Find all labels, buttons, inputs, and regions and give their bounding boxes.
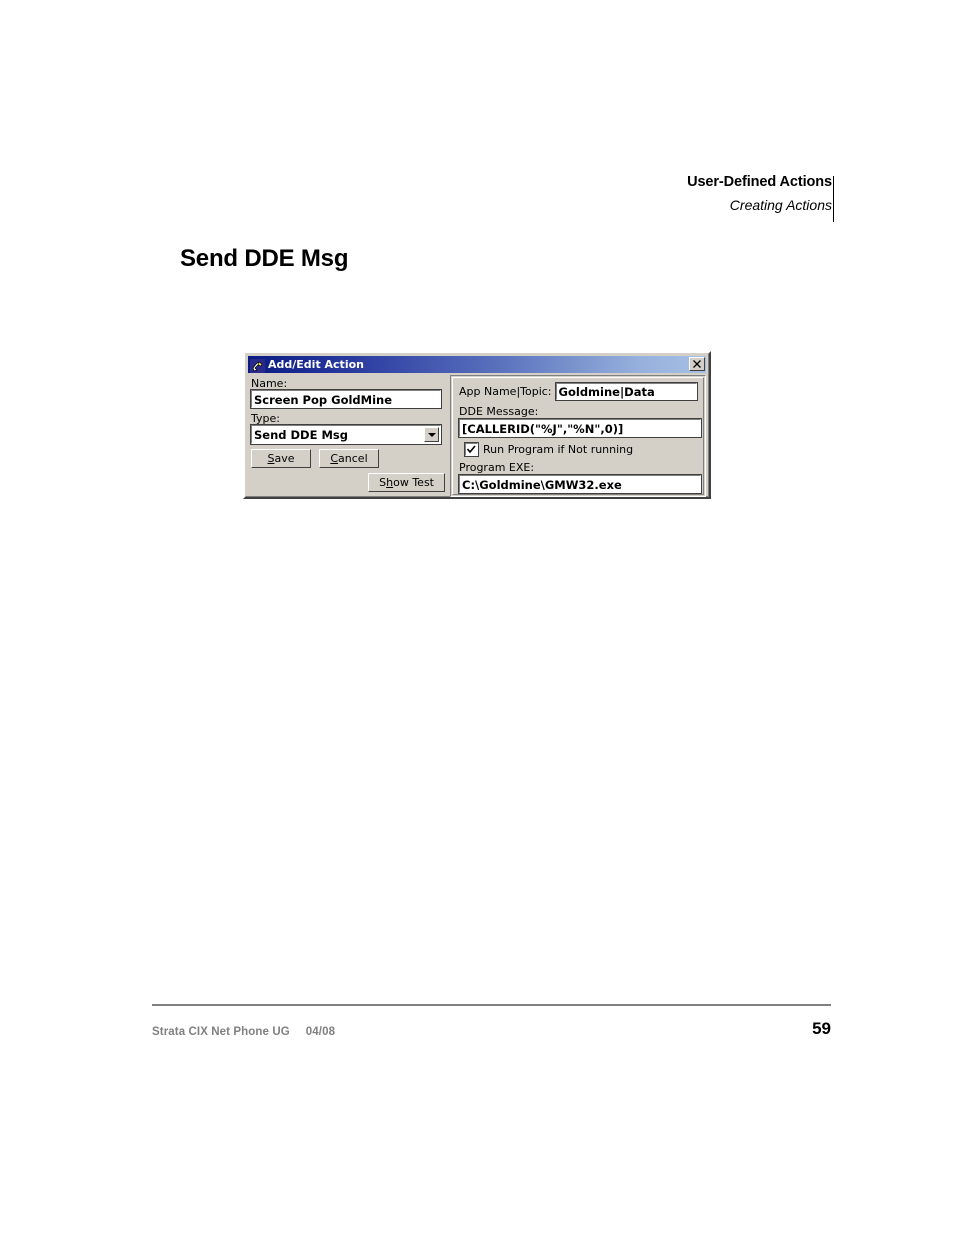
- phone-handset-icon: [250, 358, 265, 373]
- cancel-button-accesskey: C: [330, 452, 339, 465]
- close-icon[interactable]: [689, 357, 705, 371]
- page-title: Send DDE Msg: [180, 245, 349, 272]
- cancel-button[interactable]: Cancel: [319, 449, 379, 468]
- name-input[interactable]: Screen Pop GoldMine: [250, 389, 442, 409]
- add-edit-action-dialog: Add/Edit Action Name: Screen Pop GoldMin…: [243, 351, 711, 499]
- program-exe-label: Program EXE:: [459, 461, 535, 474]
- save-button-accesskey: S: [267, 452, 275, 465]
- checkmark-icon: [467, 445, 476, 454]
- show-test-row: Sh ow Test: [251, 473, 445, 492]
- dde-settings-group: App Name|Topic: Goldmine|Data DDE Messag…: [450, 375, 706, 497]
- type-label: Type:: [251, 412, 280, 425]
- page-number: 59: [812, 1019, 831, 1038]
- dde-message-label: DDE Message:: [459, 405, 539, 418]
- cancel-button-label: ancel: [338, 452, 368, 465]
- dialog-inner-frame: Add/Edit Action Name: Screen Pop GoldMin…: [245, 353, 709, 497]
- footer-divider: [152, 1004, 831, 1006]
- show-test-label-post: ow Test: [393, 476, 434, 489]
- dialog-title: Add/Edit Action: [268, 358, 364, 371]
- dde-settings-group-inner: App Name|Topic: Goldmine|Data DDE Messag…: [452, 377, 704, 495]
- dialog-body: Name: Screen Pop GoldMine Type: Send DDE…: [248, 373, 706, 497]
- running-head: User-Defined Actions Creating Actions: [0, 172, 844, 215]
- save-button-label: ave: [274, 452, 295, 465]
- show-test-label-pre: S: [379, 476, 387, 489]
- run-program-label: Run Program if Not running: [483, 443, 634, 456]
- type-select[interactable]: Send DDE Msg: [250, 424, 442, 445]
- type-select-value: Send DDE Msg: [254, 427, 348, 442]
- dialog-titlebar[interactable]: Add/Edit Action: [248, 356, 706, 373]
- program-exe-input[interactable]: C:\Goldmine\GMW32.exe: [458, 474, 702, 494]
- dde-message-input[interactable]: [CALLERID("%J","%N",0)]: [458, 418, 702, 438]
- show-test-button[interactable]: Sh ow Test: [368, 473, 445, 492]
- running-head-subtitle: Creating Actions: [729, 197, 832, 213]
- running-head-divider: [833, 176, 834, 222]
- dialog-left-pane: Name: Screen Pop GoldMine Type: Send DDE…: [250, 377, 445, 492]
- app-topic-field: App Name|Topic: Goldmine|Data: [459, 382, 699, 401]
- name-label: Name:: [251, 377, 288, 390]
- dialog-button-row: Save Cancel: [251, 449, 445, 468]
- show-test-accesskey: h: [386, 476, 394, 489]
- run-program-checkbox[interactable]: [464, 442, 479, 457]
- app-topic-input[interactable]: Goldmine|Data: [554, 382, 699, 401]
- app-topic-label: App Name|Topic:: [459, 385, 552, 398]
- save-button[interactable]: Save: [251, 449, 311, 468]
- run-program-row: Run Program if Not running: [464, 442, 697, 457]
- running-head-title: User-Defined Actions: [687, 174, 832, 190]
- chevron-down-icon[interactable]: [424, 427, 439, 442]
